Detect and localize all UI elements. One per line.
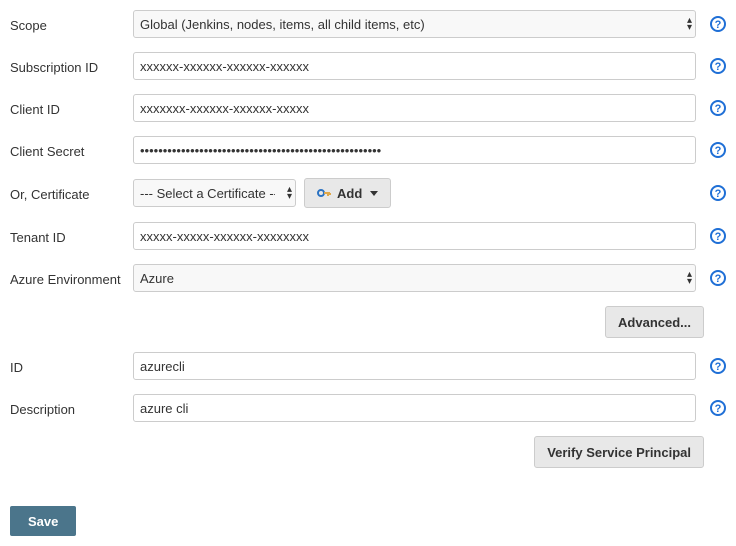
help-icon[interactable]: ? (710, 16, 726, 32)
label-description: Description (10, 400, 133, 417)
verify-service-principal-button[interactable]: Verify Service Principal (534, 436, 704, 468)
certificate-select[interactable]: --- Select a Certificate --- (133, 179, 296, 207)
help-icon[interactable]: ? (710, 358, 726, 374)
label-id: ID (10, 358, 133, 375)
add-certificate-button[interactable]: Add (304, 178, 391, 208)
azure-env-select-wrap: Azure ▴▾ (133, 264, 696, 292)
label-azure-env: Azure Environment (10, 270, 133, 287)
row-tenant-id: Tenant ID ? (10, 222, 726, 250)
certificate-select-wrap: --- Select a Certificate --- ▴▾ (133, 179, 296, 207)
label-subscription-id: Subscription ID (10, 58, 133, 75)
scope-select[interactable]: Global (Jenkins, nodes, items, all child… (133, 10, 696, 38)
row-description: Description ? (10, 394, 726, 422)
svg-text:?: ? (715, 231, 722, 243)
help-icon[interactable]: ? (710, 270, 726, 286)
client-secret-input[interactable] (133, 136, 696, 164)
subscription-id-input[interactable] (133, 52, 696, 80)
svg-text:?: ? (715, 361, 722, 373)
svg-text:?: ? (715, 188, 722, 200)
verify-row: Verify Service Principal (133, 436, 726, 468)
label-tenant-id: Tenant ID (10, 228, 133, 245)
help-icon[interactable]: ? (710, 100, 726, 116)
row-id: ID ? (10, 352, 726, 380)
advanced-button[interactable]: Advanced... (605, 306, 704, 338)
client-id-input[interactable] (133, 94, 696, 122)
svg-text:?: ? (715, 145, 722, 157)
chevron-down-icon (370, 191, 378, 196)
row-scope: Scope Global (Jenkins, nodes, items, all… (10, 10, 726, 38)
help-icon[interactable]: ? (710, 58, 726, 74)
row-subscription-id: Subscription ID ? (10, 52, 726, 80)
scope-select-wrap: Global (Jenkins, nodes, items, all child… (133, 10, 696, 38)
label-certificate: Or, Certificate (10, 185, 133, 202)
svg-text:?: ? (715, 273, 722, 285)
svg-text:?: ? (715, 61, 722, 73)
add-button-label: Add (337, 186, 362, 201)
help-icon[interactable]: ? (710, 142, 726, 158)
save-row: Save (10, 482, 726, 536)
help-icon[interactable]: ? (710, 185, 726, 201)
label-client-id: Client ID (10, 100, 133, 117)
row-certificate: Or, Certificate --- Select a Certificate… (10, 178, 726, 208)
id-input[interactable] (133, 352, 696, 380)
label-client-secret: Client Secret (10, 142, 133, 159)
row-azure-env: Azure Environment Azure ▴▾ ? (10, 264, 726, 292)
azure-env-select[interactable]: Azure (133, 264, 696, 292)
svg-text:?: ? (715, 19, 722, 31)
description-input[interactable] (133, 394, 696, 422)
save-button[interactable]: Save (10, 506, 76, 536)
row-client-id: Client ID ? (10, 94, 726, 122)
label-scope: Scope (10, 16, 133, 33)
svg-text:?: ? (715, 103, 722, 115)
help-icon[interactable]: ? (710, 400, 726, 416)
key-icon (317, 186, 331, 200)
row-client-secret: Client Secret ? (10, 136, 726, 164)
svg-text:?: ? (715, 403, 722, 415)
advanced-row: Advanced... (133, 306, 726, 338)
tenant-id-input[interactable] (133, 222, 696, 250)
help-icon[interactable]: ? (710, 228, 726, 244)
